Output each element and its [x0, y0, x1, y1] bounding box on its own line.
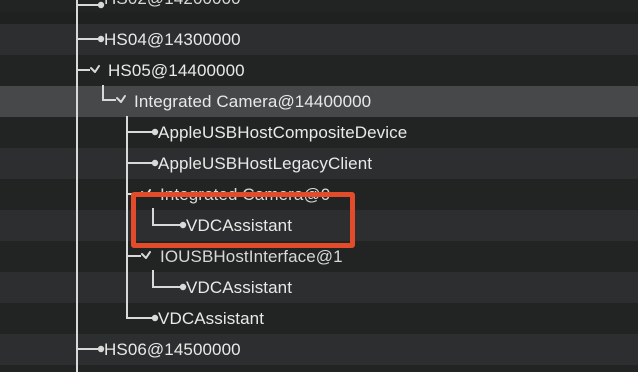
tree-row-apple-usb-host-legacy-client[interactable]: AppleUSBHostLegacyClient [0, 148, 638, 179]
tree-row-hs06[interactable]: HS06@14500000 [0, 334, 638, 365]
tree-row-vdc-assistant[interactable]: VDCAssistant [0, 272, 638, 303]
tree-row-hs04[interactable]: HS04@14300000 [0, 24, 638, 55]
tree-row-label: AppleUSBHostCompositeDevice [158, 123, 408, 142]
tree-row-label: Integrated Camera@14400000 [134, 92, 372, 111]
tree-row-hs05[interactable]: HS05@14400000 [0, 55, 638, 86]
tree-row-label: HS04@14300000 [104, 30, 241, 49]
tree-row-partial-bottom [0, 365, 638, 372]
tree-row-label: HS06@14500000 [104, 340, 241, 359]
tree-row-integrated-camera[interactable]: Integrated Camera@14400000 [0, 86, 638, 117]
tree-row-hs02[interactable]: HS02@14200000 [0, 0, 638, 12]
tree-row-label: VDCAssistant [186, 278, 293, 297]
tree-row-vdc-assistant[interactable]: VDCAssistant [0, 303, 638, 334]
tree-row-label: HS02@14200000 [104, 0, 241, 9]
tree-row-iousb-host-interface-1[interactable]: IOUSBHostInterface@1 [0, 241, 638, 272]
tree-row-label: IOUSBHostInterface@1 [160, 247, 343, 266]
tree-row-label: VDCAssistant [186, 216, 293, 235]
tree-row-label: VDCAssistant [158, 309, 265, 328]
tree-row-vdc-assistant[interactable]: VDCAssistant [0, 210, 638, 241]
tree-row-label: HS05@14400000 [108, 61, 245, 80]
ioregistry-tree-view[interactable]: HS02@14200000 HS04@14300000 HS05@1440000… [0, 0, 638, 372]
tree-row-label: AppleUSBHostLegacyClient [158, 154, 373, 173]
tree-row-integrated-camera-0[interactable]: Integrated Camera@0 [0, 179, 638, 210]
tree-row-label: Integrated Camera@0 [160, 185, 331, 204]
tree-row-apple-usb-host-composite-device[interactable]: AppleUSBHostCompositeDevice [0, 117, 638, 148]
